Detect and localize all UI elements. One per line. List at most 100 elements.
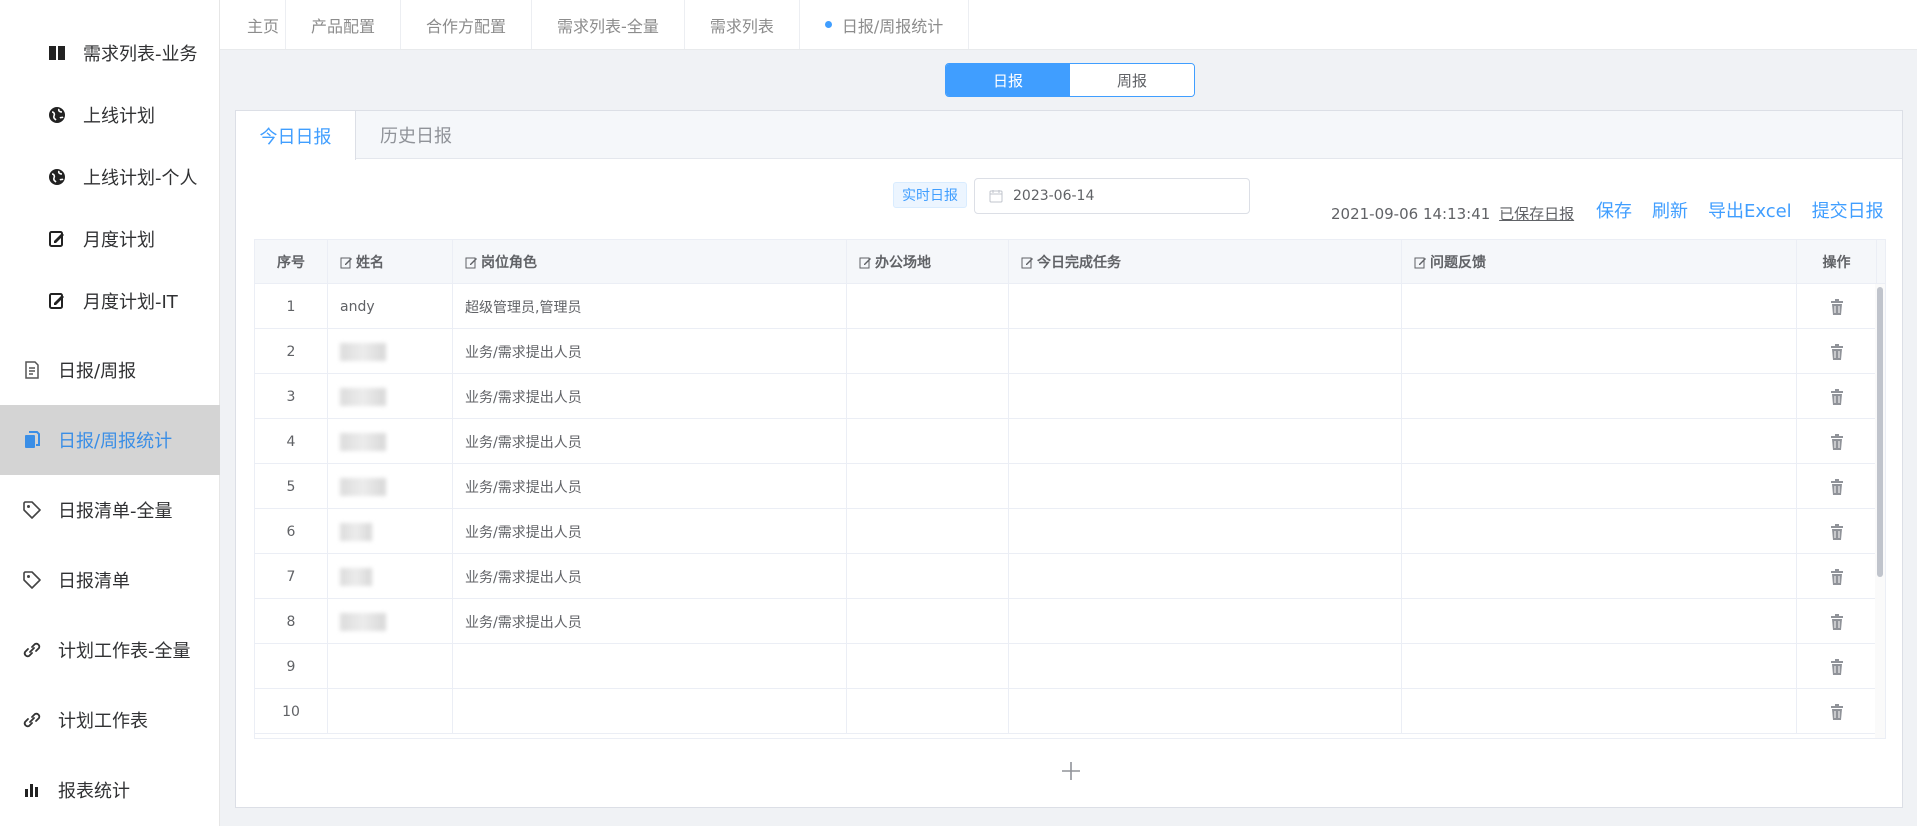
cell-name[interactable]	[328, 599, 453, 644]
sidebar-item-daily-weekly[interactable]: 日报/周报	[0, 335, 220, 405]
cell-actions	[1797, 374, 1877, 419]
cell-office[interactable]	[847, 419, 1009, 464]
save-button[interactable]: 保存	[1596, 197, 1632, 223]
cell-role[interactable]	[453, 689, 847, 734]
cell-feedback[interactable]	[1402, 509, 1797, 554]
cell-today-tasks[interactable]	[1009, 329, 1402, 374]
cell-office[interactable]	[847, 554, 1009, 599]
submit-report-button[interactable]: 提交日报	[1812, 197, 1884, 223]
delete-icon[interactable]	[1830, 388, 1844, 405]
cell-name[interactable]	[328, 419, 453, 464]
cell-role[interactable]: 业务/需求提出人员	[453, 599, 847, 644]
header-name[interactable]: 姓名	[328, 240, 453, 284]
cell-office[interactable]	[847, 599, 1009, 644]
export-excel-button[interactable]: 导出Excel	[1708, 197, 1792, 223]
cell-role[interactable]: 业务/需求提出人员	[453, 464, 847, 509]
delete-icon[interactable]	[1830, 658, 1844, 675]
cell-role[interactable]: 业务/需求提出人员	[453, 509, 847, 554]
cell-role[interactable]: 业务/需求提出人员	[453, 329, 847, 374]
cell-feedback[interactable]	[1402, 644, 1797, 689]
delete-icon[interactable]	[1830, 703, 1844, 720]
sidebar-item-launch-plan-personal[interactable]: 上线计划-个人	[0, 146, 220, 208]
header-today-tasks[interactable]: 今日完成任务	[1009, 240, 1402, 284]
sidebar-item-plan-sheet[interactable]: 计划工作表	[0, 685, 220, 755]
header-feedback[interactable]: 问题反馈	[1402, 240, 1797, 284]
cell-feedback[interactable]	[1402, 689, 1797, 734]
cell-name[interactable]	[328, 374, 453, 419]
cell-role[interactable]: 业务/需求提出人员	[453, 419, 847, 464]
sidebar-item-daily-list[interactable]: 日报清单	[0, 545, 220, 615]
add-row-plus-icon[interactable]	[1059, 759, 1083, 783]
cell-role[interactable]: 超级管理员,管理员	[453, 284, 847, 329]
delete-icon[interactable]	[1830, 613, 1844, 630]
cell-today-tasks[interactable]	[1009, 464, 1402, 509]
sidebar-item-monthly-plan[interactable]: 月度计划	[0, 208, 220, 270]
scrollbar-thumb[interactable]	[1877, 287, 1883, 577]
cell-today-tasks[interactable]	[1009, 554, 1402, 599]
saved-status: 2021-09-06 14:13:41 已保存日报	[1331, 203, 1574, 224]
table-scrollbar[interactable]	[1875, 284, 1885, 738]
cell-name[interactable]	[328, 644, 453, 689]
cell-today-tasks[interactable]	[1009, 689, 1402, 734]
cell-name[interactable]: andy	[328, 284, 453, 329]
tag-demand-list[interactable]: 需求列表	[685, 0, 800, 49]
cell-name[interactable]	[328, 329, 453, 374]
cell-name[interactable]	[328, 689, 453, 734]
cell-office[interactable]	[847, 284, 1009, 329]
sidebar-item-plan-sheet-all[interactable]: 计划工作表-全量	[0, 615, 220, 685]
cell-feedback[interactable]	[1402, 419, 1797, 464]
tab-today-report[interactable]: 今日日报	[236, 111, 356, 160]
weekly-toggle-button[interactable]: 周报	[1070, 64, 1194, 96]
sidebar-item-report-stats[interactable]: 报表统计	[0, 755, 220, 825]
header-office[interactable]: 办公场地	[847, 240, 1009, 284]
tag-partner-config[interactable]: 合作方配置	[401, 0, 533, 49]
sidebar-item-monthly-plan-it[interactable]: 月度计划-IT	[0, 270, 220, 332]
delete-icon[interactable]	[1830, 433, 1844, 450]
cell-today-tasks[interactable]	[1009, 644, 1402, 689]
cell-feedback[interactable]	[1402, 374, 1797, 419]
refresh-button[interactable]: 刷新	[1652, 197, 1688, 223]
cell-feedback[interactable]	[1402, 554, 1797, 599]
cell-index: 2	[255, 329, 328, 374]
cell-feedback[interactable]	[1402, 284, 1797, 329]
cell-role[interactable]: 业务/需求提出人员	[453, 374, 847, 419]
cell-feedback[interactable]	[1402, 599, 1797, 644]
sidebar-item-daily-weekly-stats[interactable]: 日报/周报统计	[0, 405, 220, 475]
sidebar-item-daily-list-all[interactable]: 日报清单-全量	[0, 475, 220, 545]
cell-office[interactable]	[847, 374, 1009, 419]
cell-today-tasks[interactable]	[1009, 374, 1402, 419]
cell-office[interactable]	[847, 689, 1009, 734]
saved-report-link[interactable]: 已保存日报	[1499, 205, 1574, 223]
delete-icon[interactable]	[1830, 568, 1844, 585]
cell-office[interactable]	[847, 509, 1009, 554]
tab-history-report[interactable]: 历史日报	[356, 111, 476, 158]
sidebar-item-launch-plan[interactable]: 上线计划	[0, 84, 220, 146]
header-role[interactable]: 岗位角色	[453, 240, 847, 284]
delete-icon[interactable]	[1830, 343, 1844, 360]
delete-icon[interactable]	[1830, 478, 1844, 495]
cell-today-tasks[interactable]	[1009, 419, 1402, 464]
cell-role[interactable]: 业务/需求提出人员	[453, 554, 847, 599]
sidebar-item-demand-business[interactable]: 需求列表-业务	[0, 22, 220, 84]
date-picker-input[interactable]: 2023-06-14	[974, 178, 1250, 214]
delete-icon[interactable]	[1830, 298, 1844, 315]
tag-daily-weekly-stats[interactable]: 日报/周报统计	[800, 0, 970, 49]
tag-demand-list-all[interactable]: 需求列表-全量	[532, 0, 685, 49]
cell-name[interactable]	[328, 464, 453, 509]
cell-today-tasks[interactable]	[1009, 284, 1402, 329]
edit-document-icon	[45, 227, 69, 251]
daily-toggle-button[interactable]: 日报	[946, 64, 1070, 96]
cell-today-tasks[interactable]	[1009, 509, 1402, 554]
cell-role[interactable]	[453, 644, 847, 689]
cell-feedback[interactable]	[1402, 464, 1797, 509]
tag-home[interactable]: 主页	[220, 0, 287, 49]
cell-name[interactable]	[328, 509, 453, 554]
cell-today-tasks[interactable]	[1009, 599, 1402, 644]
cell-feedback[interactable]	[1402, 329, 1797, 374]
cell-office[interactable]	[847, 329, 1009, 374]
cell-office[interactable]	[847, 464, 1009, 509]
delete-icon[interactable]	[1830, 523, 1844, 540]
cell-name[interactable]	[328, 554, 453, 599]
tag-product-config[interactable]: 产品配置	[286, 0, 402, 49]
cell-office[interactable]	[847, 644, 1009, 689]
